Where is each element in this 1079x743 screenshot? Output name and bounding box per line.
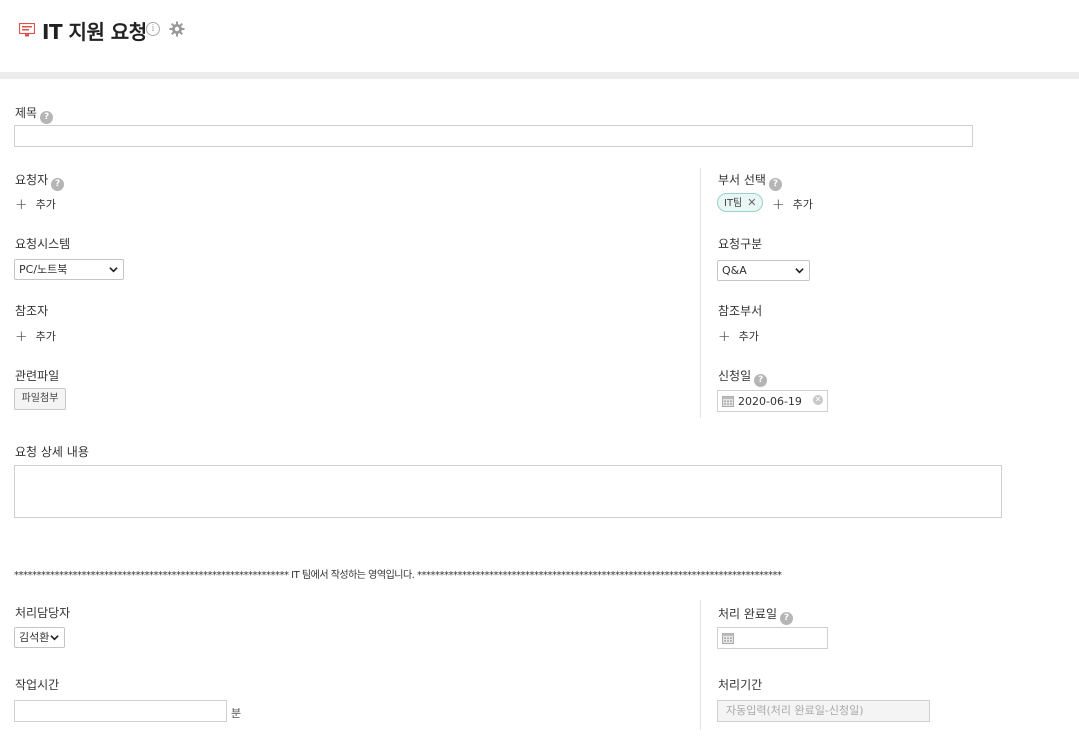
apply-date-input[interactable]: 2020-06-19 ✕ [717,390,828,412]
apply-date-label-text: 신청일 [718,369,752,383]
category-label: 요청구분 [718,237,763,251]
work-time-label: 작업시간 [15,678,60,692]
chevron-down-icon [795,268,804,274]
requester-label: 요청자? [15,171,65,191]
dept-add-text: 추가 [792,198,813,211]
cc-add-link[interactable]: + 추가 [15,327,56,345]
requester-add-text: 추가 [35,198,56,211]
system-select[interactable]: PC/노트북 [14,259,124,280]
info-icon[interactable]: i [146,22,160,36]
plus-icon: + [772,195,785,213]
cc-dept-add-text: 추가 [738,330,759,343]
page-header: IT 지원 요청 i [0,0,1079,72]
help-icon[interactable]: ? [40,111,54,124]
apply-date-label: 신청일? [718,367,768,387]
it-section-separator: ****************************************… [14,570,782,581]
calendar-icon [722,396,734,407]
help-icon[interactable]: ? [754,374,768,387]
clear-icon[interactable]: ✕ [813,395,823,405]
done-date-input[interactable] [717,627,828,649]
column-divider [700,168,701,418]
cc-add-text: 추가 [35,330,56,343]
chevron-down-icon [109,267,118,273]
requester-add-link[interactable]: + 추가 [15,195,56,213]
close-icon[interactable]: ✕ [747,196,756,209]
calendar-icon [722,633,734,644]
period-label: 처리기간 [718,678,763,692]
category-select-value: Q&A [722,264,747,277]
file-attach-button[interactable]: 파일첨부 [14,388,66,410]
work-time-unit: 분 [231,707,242,720]
title-input[interactable] [14,125,973,147]
plus-icon: + [15,327,28,345]
handler-label: 처리담당자 [15,606,71,620]
header-divider [0,72,1079,79]
help-icon[interactable]: ? [780,612,794,625]
category-select[interactable]: Q&A [717,260,810,281]
gear-icon[interactable] [169,21,185,37]
system-label: 요청시스템 [15,237,71,251]
help-icon[interactable]: ? [768,178,782,191]
apply-date-value: 2020-06-19 [738,395,802,408]
requester-label-text: 요청자 [15,173,49,187]
dept-tag: IT팀 ✕ [717,193,764,212]
handler-select[interactable]: 김석환 [14,627,65,648]
dept-label-text: 부서 선택 [718,173,766,187]
detail-label: 요청 상세 내용 [15,445,89,459]
form-icon [19,23,35,37]
chevron-down-icon [50,635,59,641]
done-date-label: 처리 완료일? [718,605,794,625]
dept-tag-text: IT팀 [724,198,743,209]
dept-add-link[interactable]: + 추가 [772,195,813,213]
cc-dept-label: 참조부서 [718,304,763,318]
period-input: 자동입력(처리 완료일-신청일) [717,700,930,722]
dept-label: 부서 선택? [718,171,782,191]
cc-dept-add-link[interactable]: + 추가 [718,327,759,345]
cc-label: 참조자 [15,304,49,318]
work-time-input[interactable] [14,700,227,722]
handler-select-value: 김석환 [19,631,50,644]
title-field-label: 제목? [15,104,54,124]
help-icon[interactable]: ? [51,178,65,191]
page-title: IT 지원 요청 [42,20,147,44]
done-date-label-text: 처리 완료일 [718,607,778,621]
detail-textarea[interactable] [14,465,1002,518]
plus-icon: + [718,327,731,345]
column-divider [700,600,701,730]
system-select-value: PC/노트북 [19,263,68,276]
file-label: 관련파일 [15,369,60,383]
title-label-text: 제목 [15,106,38,120]
plus-icon: + [15,195,28,213]
